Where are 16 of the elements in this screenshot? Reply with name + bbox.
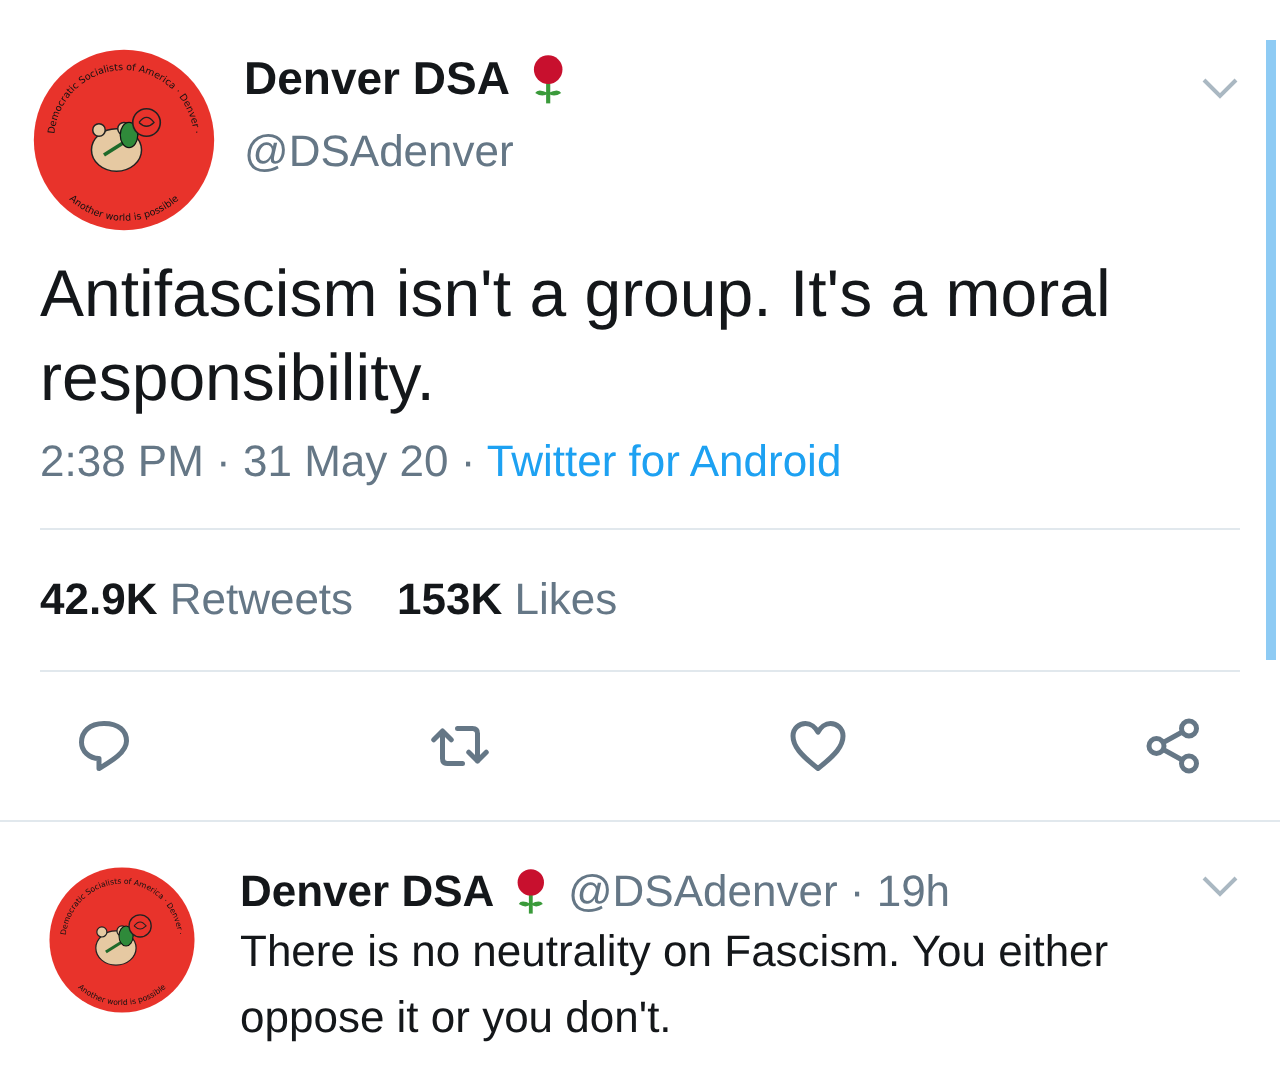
- username: @DSAdenver · 19h: [567, 866, 951, 918]
- tweet-text: Antifascism isn't a group. It's a moral responsibility.: [40, 254, 1113, 418]
- username: @DSAdenver: [244, 126, 516, 178]
- scrollbar[interactable]: [1266, 40, 1276, 660]
- tweet-text: There is no neutrality on Fascism. You either oppose it or you don't.: [240, 924, 1111, 1046]
- share-icon[interactable]: [1143, 716, 1204, 776]
- display-name: Denver DSA: [244, 52, 510, 106]
- rose-icon: [529, 53, 567, 105]
- heart-icon[interactable]: [787, 716, 848, 776]
- timestamp: 2:38 PM · 31 May 20 ·: [40, 436, 478, 486]
- stat-link[interactable]: 153K Likes: [397, 574, 618, 626]
- rose-icon: [514, 868, 548, 916]
- display-name: Denver DSA: [240, 866, 495, 918]
- source-link[interactable]: Twitter for Android: [486, 436, 842, 486]
- reply-icon[interactable]: [74, 716, 134, 776]
- stat-link[interactable]: 42.9K Retweets: [40, 574, 354, 626]
